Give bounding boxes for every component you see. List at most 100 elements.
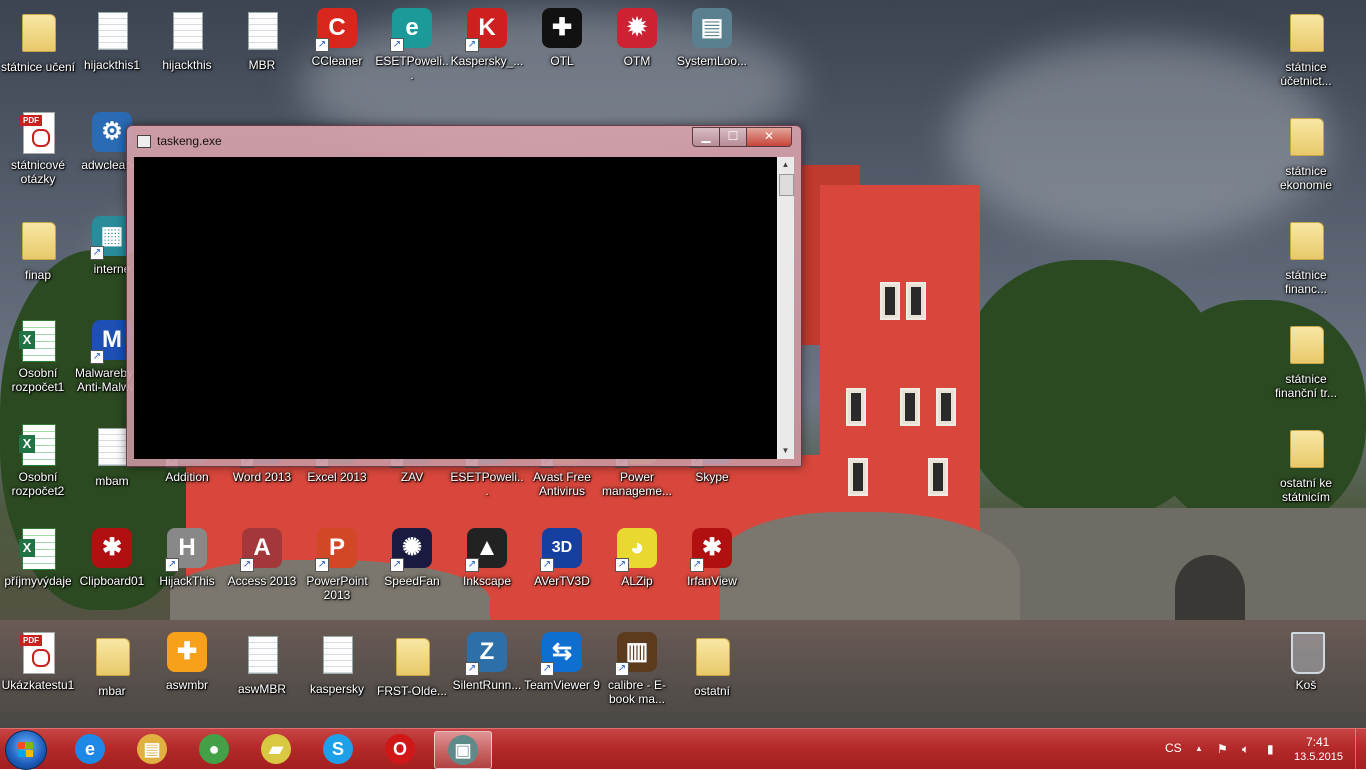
taskbar: e ▤ ● ▰ S O ▣ CS ▲ ⚑ 🔈︎ ▮ 7:41 13.5.2015 (0, 728, 1366, 770)
taskbar-app-chrome[interactable]: ● (186, 731, 242, 767)
desktop-icon-prijmyvydaje[interactable]: příjmyvýdaje (0, 528, 76, 588)
taskbar-app-skype[interactable]: S (310, 731, 366, 767)
desktop-icon-hijackthis[interactable]: H ↗ HijackThis (149, 528, 225, 588)
battery-icon[interactable]: ▮ (1267, 742, 1274, 756)
folder-icon (1286, 14, 1326, 58)
desktop-icon-statnice-uceni[interactable]: státnice učení (0, 8, 76, 74)
desktop-icon-label: SystemLoo... (676, 54, 748, 68)
desktop-icon-statnicove-otazky[interactable]: státnicové otázky (0, 112, 76, 186)
desktop-icon-inkscape[interactable]: ▲ ↗ Inkscape (449, 528, 525, 588)
desktop-icon-silentrunn[interactable]: Z ↗ SilentRunn... (449, 632, 525, 692)
taskbar-app-internet-explorer[interactable]: e (62, 731, 118, 767)
close-button[interactable]: ✕ (746, 127, 792, 147)
desktop-icon-hijackthis1[interactable]: hijackthis1 (74, 8, 150, 72)
folder-icon (1286, 326, 1326, 370)
desktop-icon-ostatni[interactable]: ostatní (674, 632, 750, 698)
clock-time[interactable]: 7:41 (1306, 735, 1329, 749)
window-titlebar[interactable]: taskeng.exe ▁ ☐ ✕ (127, 126, 801, 156)
desktop-icon-hijackthis[interactable]: hijackthis (149, 8, 225, 72)
action-center-icon[interactable]: ⚑ (1217, 742, 1228, 756)
desktop-icon-label: Osobní rozpočet2 (11, 470, 65, 498)
excel-file-icon (18, 424, 58, 468)
desktop-icon-ostatni-ke-statnicim[interactable]: ostatní ke státnicím (1268, 424, 1344, 504)
scroll-thumb[interactable] (779, 174, 794, 196)
desktop-icon-label: státnice financ... (1284, 268, 1328, 296)
clock-date[interactable]: 13.5.2015 (1294, 751, 1343, 763)
desktop-icon-aswmbr[interactable]: ✚ aswmbr (149, 632, 225, 692)
desktop-icon-label: Avast Free Antivirus (533, 470, 591, 498)
desktop-icon-kaspersky[interactable]: K ↗ Kaspersky_... (449, 8, 525, 68)
desktop-icon-label: Power manageme... (601, 470, 673, 498)
desktop-icon-alzip[interactable]: ◕ ↗ ALZip (599, 528, 675, 588)
desktop-icon-label: SilentRunn... (452, 678, 522, 692)
folder-icon (1286, 222, 1326, 266)
desktop-icon-speedfan[interactable]: ✺ ↗ SpeedFan (374, 528, 450, 588)
desktop-icon-kaspersky[interactable]: kaspersky (299, 632, 375, 696)
desktop-icon-label: aswMBR (237, 682, 286, 696)
desktop-icon-statnice-financni-tr[interactable]: státnice finanční tr... (1268, 320, 1344, 400)
console-output-area[interactable]: ▲ ▼ (134, 157, 794, 459)
maximize-button[interactable]: ☐ (719, 127, 747, 147)
hijackthis-icon: H ↗ (165, 528, 207, 572)
scroll-down-icon[interactable]: ▼ (777, 443, 794, 459)
desktop-icon-avertv3d[interactable]: 3D ↗ AVerTV3D (524, 528, 600, 588)
desktop-icon-irfanview[interactable]: ✱ ↗ IrfanView (674, 528, 750, 588)
desktop-icon-statnice-financ[interactable]: státnice financ... (1268, 216, 1344, 296)
desktop-icon-clipboard01[interactable]: ✱ Clipboard01 (74, 528, 150, 588)
desktop-icon-otl[interactable]: ✚ OTL (524, 8, 600, 68)
opera-icon: O (385, 734, 415, 764)
desktop-icon-label: OTL (550, 54, 574, 68)
desktop-icon-label: ALZip (621, 574, 653, 588)
desktop-icon-ukazkatestu1[interactable]: Ukázkatestu1 (0, 632, 76, 692)
folder-icon: ▤ (137, 734, 167, 764)
desktop-icon-otm[interactable]: ✹ OTM (599, 8, 675, 68)
speedfan-icon: ✺ ↗ (390, 528, 432, 572)
volume-icon[interactable]: 🔈︎ (1242, 742, 1249, 757)
desktop-icon-osobni-rozpocet1[interactable]: Osobní rozpočet1 (0, 320, 76, 394)
taskbar-app-opera[interactable]: O (372, 731, 428, 767)
desktop-icon-ccleaner[interactable]: C ↗ CCleaner (299, 8, 375, 68)
shortcut-arrow-icon: ↗ (90, 350, 104, 364)
aswmbr-icon: ✚ (167, 632, 207, 676)
desktop-icon-access-2013[interactable]: A ↗ Access 2013 (224, 528, 300, 588)
desktop-icon-label: ESETPoweli... (450, 470, 524, 498)
desktop-icon-systemloo[interactable]: ▤ SystemLoo... (674, 8, 750, 68)
folder-icon (18, 14, 58, 58)
desktop-icon-finap[interactable]: finap (0, 216, 76, 282)
desktop-icon-label: Clipboard01 (79, 574, 145, 588)
taskbar-app-taskeng-exe[interactable]: ▣ (434, 731, 492, 769)
start-button[interactable] (5, 730, 47, 770)
folder-icon (1286, 118, 1326, 162)
inkscape-icon: ▲ ↗ (465, 528, 507, 572)
show-hidden-icons-icon[interactable]: ▲ (1195, 744, 1203, 753)
taskbar-app-sticky-notes[interactable]: ▰ (248, 731, 304, 767)
ccleaner-icon: C ↗ (315, 8, 357, 52)
desktop-icon-label: SpeedFan (384, 574, 440, 588)
console-window[interactable]: taskeng.exe ▁ ☐ ✕ ▲ ▼ (126, 125, 802, 467)
desktop-icon-statnice-ucetnict[interactable]: státnice účetnict... (1268, 8, 1344, 88)
desktop-icon-frst-olde[interactable]: FRST-Olde... (374, 632, 450, 698)
desktop-icon-aswmbr[interactable]: aswMBR (224, 632, 300, 696)
desktop-icon-calibre-e-book-ma[interactable]: ▥ ↗ calibre - E-book ma... (599, 632, 675, 706)
scroll-up-icon[interactable]: ▲ (777, 157, 794, 173)
desktop-icon-kos[interactable]: Koš (1268, 632, 1344, 692)
desktop-icon-mbar[interactable]: mbar (74, 632, 150, 698)
minimize-button[interactable]: ▁ (692, 127, 720, 147)
taskbar-app-file-explorer[interactable]: ▤ (124, 731, 180, 767)
desktop-icon-powerpoint-2013[interactable]: P ↗ PowerPoint 2013 (299, 528, 375, 602)
shortcut-arrow-icon: ↗ (465, 38, 479, 52)
desktop-icon-mbr[interactable]: MBR (224, 8, 300, 72)
show-desktop-button[interactable] (1355, 729, 1366, 769)
excel-file-icon (18, 320, 58, 364)
desktop-icon-label: AVerTV3D (534, 574, 590, 588)
desktop-icon-osobni-rozpocet2[interactable]: Osobní rozpočet2 (0, 424, 76, 498)
vertical-scrollbar[interactable]: ▲ ▼ (777, 157, 794, 459)
recycle-bin-icon (1286, 632, 1326, 676)
desktop-icon-esetpoweli[interactable]: e↗ESETPoweli... (374, 8, 450, 82)
desktop-icon-label: Skype (695, 470, 729, 484)
desktop-icon-label: TeamViewer 9 (524, 678, 600, 692)
desktop-icon-statnice-ekonomie[interactable]: státnice ekonomie (1268, 112, 1344, 192)
desktop-icon-teamviewer-9[interactable]: ⇆ ↗ TeamViewer 9 (524, 632, 600, 692)
shortcut-arrow-icon: ↗ (465, 662, 479, 676)
language-indicator[interactable]: CS (1165, 741, 1182, 755)
